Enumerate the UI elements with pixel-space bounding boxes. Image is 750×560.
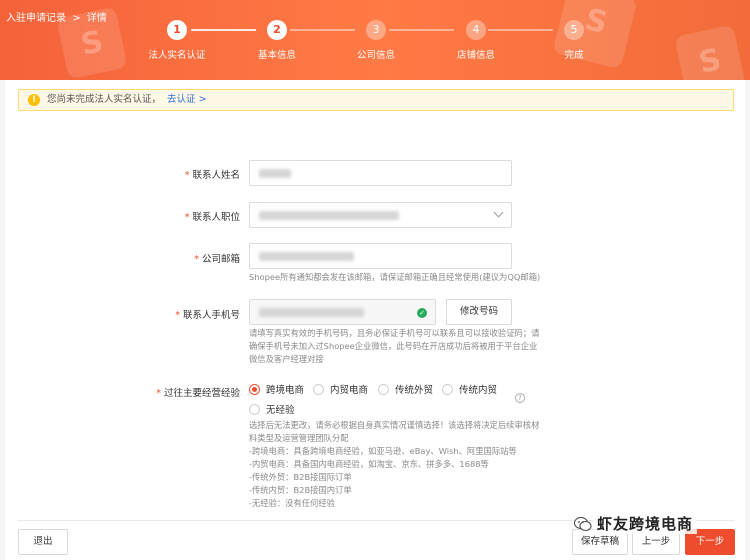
contact-name-input[interactable] [249, 160, 512, 186]
experience-option-traditional-export[interactable]: 传统外贸 [378, 382, 433, 396]
step-label: 店铺信息 [456, 50, 495, 61]
radio-icon [313, 384, 324, 395]
contact-name-label: * 联系人姓名 [184, 170, 240, 181]
step-number: 4 [466, 20, 486, 40]
change-phone-button[interactable]: 修改号码 [446, 299, 512, 325]
required-mark: * [184, 212, 190, 223]
contact-phone-input[interactable]: ✓ [249, 299, 436, 325]
step-5: 5 完成 [534, 20, 614, 61]
radio-icon [249, 404, 260, 415]
step-number: 3 [366, 20, 386, 40]
verified-check-icon: ✓ [417, 308, 427, 318]
contact-phone-label: * 联系人手机号 [175, 310, 240, 321]
chevron-right-icon: > [198, 94, 207, 105]
radio-icon [249, 384, 260, 395]
shopping-bag-decoration [674, 24, 746, 80]
step-4: 4 店铺信息 [436, 20, 516, 61]
step-number: 1 [167, 20, 187, 40]
radio-icon [378, 384, 389, 395]
required-mark: * [194, 254, 199, 265]
step-label: 基本信息 [257, 50, 296, 61]
experience-option-traditional-domestic[interactable]: 传统内贸 [442, 382, 497, 396]
contact-phone-helper: 请填写真实有效的手机号码，且务必保证手机号可以联系且可以接收验证码；请 确保手机… [249, 328, 540, 364]
chevron-down-icon [494, 209, 503, 218]
step-1: 1 法人实名认证 [137, 20, 217, 61]
company-email-helper: Shopee所有通知都会发在该邮箱，请保证邮箱正确且经常使用(建议为QQ邮箱) [249, 272, 541, 282]
help-icon[interactable]: ? [515, 393, 525, 403]
required-mark: * [156, 388, 161, 399]
exit-button[interactable]: 退出 [18, 529, 68, 555]
experience-helper: 选择后无法更改，请务必根据自身真实情况谨慎选择！该选择将决定后续审核材 料类型及… [249, 420, 540, 508]
breadcrumb-current: 详情 [86, 13, 107, 24]
experience-option-domestic-ecom[interactable]: 内贸电商 [313, 382, 368, 396]
company-email-input[interactable] [249, 243, 512, 269]
experience-label: * 过往主要经营经验 [156, 388, 240, 399]
step-label: 法人实名认证 [148, 50, 206, 61]
step-3: 3 公司信息 [336, 20, 416, 61]
contact-position-select[interactable] [249, 202, 512, 228]
wechat-icon [574, 517, 592, 531]
contact-position-label: * 联系人职位 [184, 212, 240, 223]
notice-text: 您尚未完成法人实名认证， [47, 94, 162, 105]
watermark-text: 虾友跨境电商 [593, 513, 698, 534]
header-banner: 入驻申请记录 > 详情 1 法人实名认证 2 基本信息 3 公司信息 4 店铺信… [0, 0, 750, 80]
step-2: 2 基本信息 [237, 20, 317, 61]
redacted-value [259, 169, 291, 178]
warning-icon: ! [28, 94, 40, 106]
step-number: 2 [267, 20, 287, 40]
required-mark: * [184, 170, 190, 181]
redacted-value [259, 211, 399, 220]
radio-icon [442, 384, 453, 395]
verify-link[interactable]: 去认证 > [167, 94, 207, 105]
step-number: 5 [564, 20, 584, 40]
verification-notice: ! 您尚未完成法人实名认证， 去认证 > [18, 89, 734, 111]
experience-option-none[interactable]: 无经验 [249, 402, 295, 416]
redacted-value [259, 308, 364, 317]
experience-option-cross-border[interactable]: 跨境电商 [249, 382, 304, 396]
redacted-value [259, 252, 354, 261]
breadcrumb-separator: > [72, 13, 81, 24]
breadcrumb-parent-link[interactable]: 入驻申请记录 [6, 13, 66, 24]
breadcrumb: 入驻申请记录 > 详情 [6, 9, 107, 24]
company-email-label: * 公司邮箱 [194, 254, 240, 265]
required-mark: * [175, 310, 180, 321]
step-label: 完成 [564, 50, 584, 61]
step-label: 公司信息 [356, 50, 395, 61]
